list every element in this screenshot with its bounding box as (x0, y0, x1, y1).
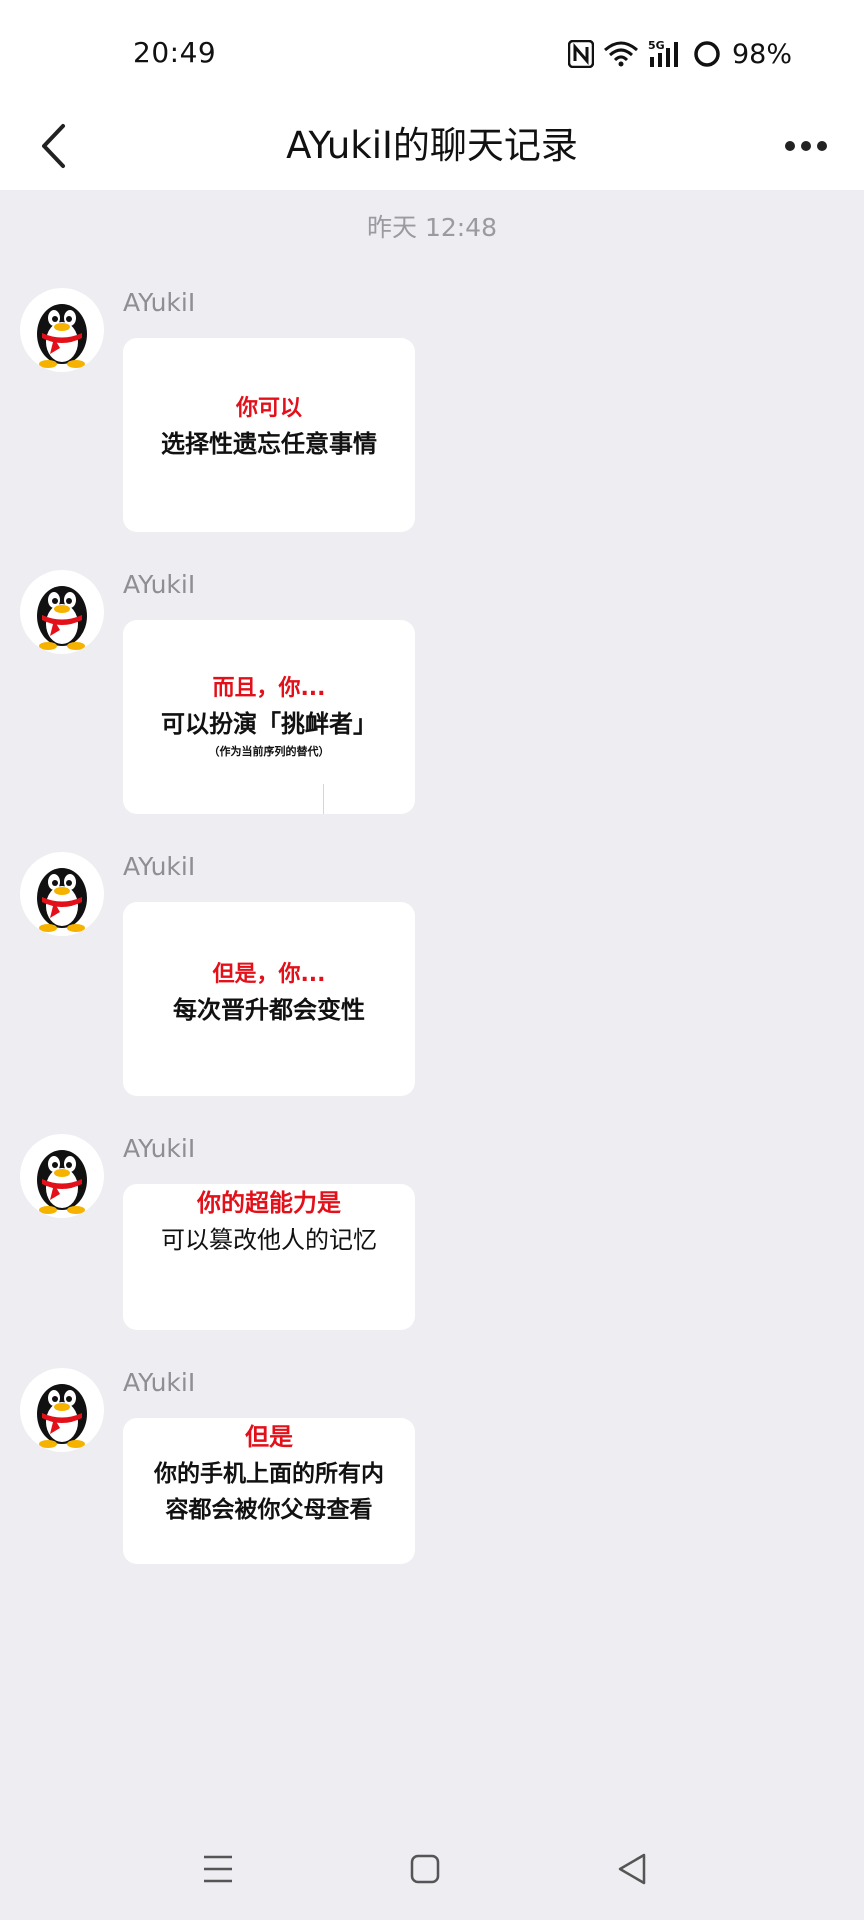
card-red-text: 你的超能力是 (197, 1189, 341, 1217)
avatar[interactable] (20, 852, 104, 936)
image-card[interactable]: 但是 你的手机上面的所有内 容都会被你父母查看 (123, 1418, 415, 1564)
more-dots-icon (785, 141, 827, 151)
card-black-text: 选择性遗忘任意事情 (161, 430, 377, 458)
penguin-avatar-icon (37, 586, 87, 650)
home-square-icon (410, 1854, 440, 1884)
card-black-text: 可以篡改他人的记忆 (161, 1226, 377, 1254)
page-title: AYukiI的聊天记录 (286, 124, 578, 167)
more-button[interactable] (776, 114, 836, 178)
sender-name: AYukiI (123, 1134, 196, 1163)
menu-icon (204, 1855, 232, 1883)
card-divider (323, 784, 324, 814)
chat-timestamp: 昨天 12:48 (367, 213, 497, 242)
penguin-avatar-icon (37, 868, 87, 932)
system-back-button[interactable] (602, 1844, 662, 1894)
card-black-text: 你的手机上面的所有内 (154, 1461, 384, 1487)
card-small-text: （作为当前序列的替代） (208, 745, 330, 758)
card-black-text: 容都会被你父母查看 (165, 1497, 373, 1523)
image-card[interactable]: 而且，你... 可以扮演「挑衅者」 （作为当前序列的替代） (123, 620, 415, 814)
sender-name: AYukiI (123, 1368, 196, 1397)
avatar[interactable] (20, 570, 104, 654)
card-red-text: 但是，你... (212, 962, 326, 987)
menu-button[interactable] (188, 1844, 248, 1894)
avatar[interactable] (20, 1368, 104, 1452)
image-card[interactable]: 你可以 选择性遗忘任意事情 (123, 338, 415, 532)
nav-bar: AYukiI的聊天记录 (0, 110, 864, 190)
avatar[interactable] (20, 288, 104, 372)
nfc-icon (567, 40, 594, 68)
network-label: 5G (648, 39, 665, 52)
back-triangle-icon (618, 1853, 646, 1885)
status-time: 20:49 (133, 36, 217, 69)
home-button[interactable] (395, 1844, 455, 1894)
signal-5g-icon: 5G (648, 39, 684, 69)
status-icons: 5G 98% (567, 34, 792, 74)
battery-ring-icon (693, 40, 721, 68)
penguin-avatar-icon (37, 1384, 87, 1448)
sender-name: AYukiI (123, 852, 196, 881)
sender-name: AYukiI (123, 288, 196, 317)
card-black-text: 每次晋升都会变性 (173, 996, 365, 1024)
card-red-text: 而且，你... (212, 676, 326, 701)
card-black-text: 可以扮演「挑衅者」 (161, 710, 377, 738)
penguin-avatar-icon (37, 1150, 87, 1214)
image-card[interactable]: 你的超能力是 可以篡改他人的记忆 (123, 1184, 415, 1330)
card-red-text: 但是 (245, 1423, 293, 1451)
sender-name: AYukiI (123, 570, 196, 599)
battery-percent: 98% (731, 38, 792, 70)
image-card[interactable]: 但是，你... 每次晋升都会变性 (123, 902, 415, 1096)
card-red-text: 你可以 (235, 396, 302, 421)
penguin-avatar-icon (37, 304, 87, 368)
system-nav-bar (0, 1820, 864, 1920)
status-bar: 20:49 5G 98% (0, 0, 864, 110)
wifi-icon (603, 40, 639, 68)
avatar[interactable] (20, 1134, 104, 1218)
